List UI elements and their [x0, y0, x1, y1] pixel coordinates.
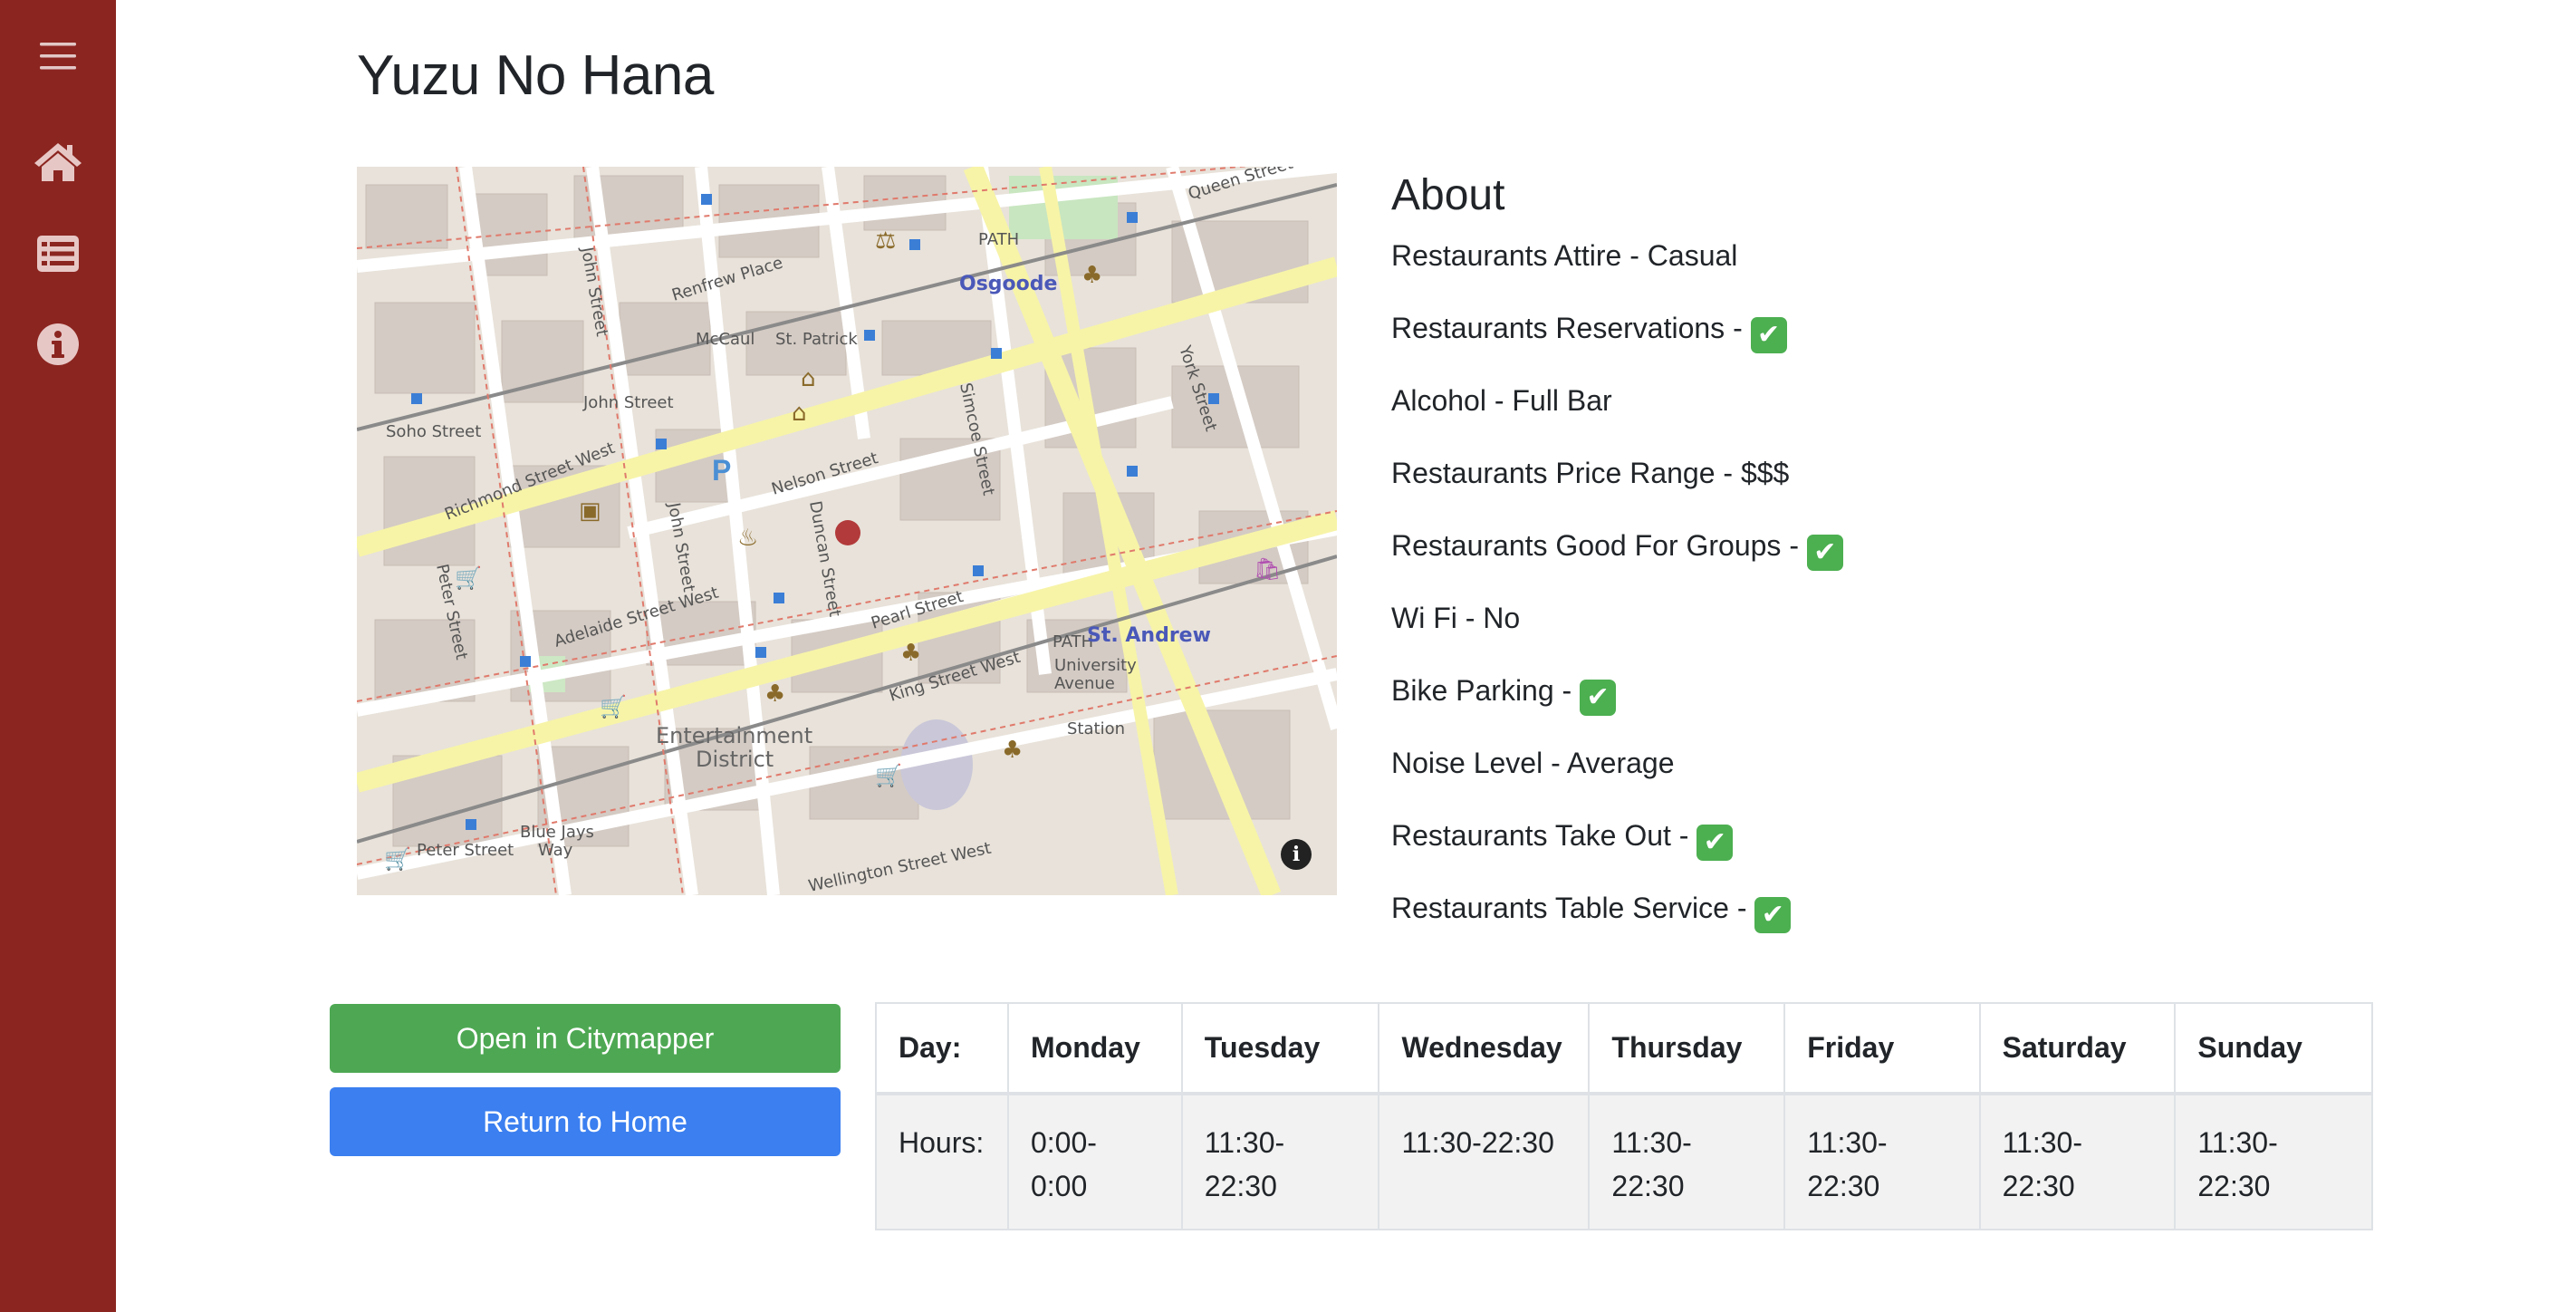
page-title: Yuzu No Hana [357, 44, 714, 107]
about-item-table-service: Restaurants Table Service - ✔ [1391, 884, 1843, 957]
table-header: Thursday [1588, 1002, 1786, 1095]
table-row: Hours: 0:00- 0:00 11:30- 22:30 11:30-22:30… [875, 1093, 2373, 1230]
map-label-osgoode: Osgoode [959, 273, 1057, 295]
svg-text:🛒: 🛒 [384, 846, 411, 872]
map-label-path: PATH [978, 230, 1019, 249]
map-label-blue-jays: Blue Jays [520, 823, 594, 842]
map-label-university: University [1054, 656, 1137, 675]
svg-text:⌂: ⌂ [801, 365, 816, 392]
location-map[interactable]: P ⚖ ⌂ ⌂ ▣ ♣ ♣ ♣ ♣ ♨ 🛒 🛒 🛒 🛒 🛍 Richmond S… [357, 167, 1337, 895]
svg-text:♣: ♣ [764, 680, 785, 708]
map-label-st-patrick: St. Patrick [775, 330, 858, 349]
map-attribution-info-icon[interactable]: i [1281, 839, 1312, 870]
about-item-take-out: Restaurants Take Out - ✔ [1391, 812, 1843, 884]
list-nav-button[interactable] [0, 217, 116, 290]
table-header: Day: [875, 1002, 1009, 1095]
check-icon: ✔ [1580, 680, 1617, 716]
court-icon: ⚖ [875, 227, 896, 255]
about-item-attire: Restaurants Attire - Casual [1391, 239, 1738, 272]
svg-text:🛒: 🛒 [875, 763, 902, 788]
map-label-mccaul: McCaul [696, 330, 755, 349]
map-label-station: Station [1067, 719, 1125, 738]
check-icon: ✔ [1750, 317, 1787, 353]
opening-hours-table: Day: Monday Tuesday Wednesday Thursday F… [875, 1002, 2373, 1230]
check-icon: ✔ [1697, 825, 1734, 861]
svg-text:♣: ♣ [1081, 262, 1102, 289]
about-list: Restaurants Attire - Casual Restaurants … [1391, 232, 1843, 957]
svg-text:🛒: 🛒 [600, 694, 627, 719]
list-icon [37, 236, 79, 272]
about-item-bike-parking: Bike Parking - ✔ [1391, 667, 1843, 739]
svg-text:▣: ▣ [579, 497, 601, 525]
map-label-john: John Street [582, 393, 674, 412]
hours-cell-tuesday: 11:30- 22:30 [1180, 1093, 1380, 1230]
sidebar [0, 0, 116, 1312]
hours-cell-monday: 0:00- 0:00 [1006, 1093, 1183, 1230]
table-header: Sunday [2174, 1002, 2373, 1095]
hours-cell-friday: 11:30- 22:30 [1783, 1093, 1981, 1230]
map-label-district: District [696, 747, 774, 772]
svg-text:P: P [712, 454, 731, 487]
hours-cell-sunday: 11:30- 22:30 [2174, 1093, 2373, 1230]
info-nav-button[interactable] [0, 308, 116, 381]
about-item-wifi: Wi Fi - No [1391, 602, 1521, 634]
map-label-peter-h: Peter Street [417, 841, 514, 860]
hours-cell-thursday: 11:30- 22:30 [1588, 1093, 1786, 1230]
map-label-entertainment: Entertainment [656, 723, 812, 748]
open-in-citymapper-button[interactable]: Open in Citymapper [330, 1004, 841, 1073]
map-label-way: Way [538, 841, 573, 860]
table-header: Saturday [1978, 1002, 2177, 1095]
menu-icon [40, 43, 76, 70]
map-label-avenue: Avenue [1054, 674, 1115, 693]
return-to-home-button[interactable]: Return to Home [330, 1087, 841, 1156]
restaurant-location-pin[interactable] [835, 520, 860, 545]
check-icon: ✔ [1754, 897, 1792, 933]
svg-text:🛍: 🛍 [1254, 556, 1281, 582]
hours-row-label: Hours: [875, 1093, 1009, 1230]
about-item-noise-level: Noise Level - Average [1391, 747, 1675, 779]
svg-text:♣: ♣ [900, 640, 921, 667]
about-item-price-range: Restaurants Price Range - $$$ [1391, 457, 1790, 489]
about-item-alcohol: Alcohol - Full Bar [1391, 384, 1612, 417]
about-item-reservations: Restaurants Reservations - ✔ [1391, 304, 1843, 377]
table-header: Wednesday [1378, 1002, 1591, 1095]
table-header: Friday [1783, 1002, 1981, 1095]
table-header: Monday [1006, 1002, 1183, 1095]
home-nav-button[interactable] [0, 125, 116, 198]
map-label-soho: Soho Street [386, 422, 481, 441]
menu-button[interactable] [0, 20, 116, 92]
svg-text:⌂: ⌂ [792, 400, 807, 427]
svg-text:♣: ♣ [1002, 737, 1023, 764]
home-icon [34, 143, 82, 181]
check-icon: ✔ [1806, 535, 1843, 571]
map-label-st-andrew: St. Andrew [1087, 624, 1211, 647]
info-icon [37, 323, 79, 365]
about-heading: About [1391, 171, 1505, 219]
table-header: Tuesday [1180, 1002, 1380, 1095]
hours-cell-saturday: 11:30- 22:30 [1978, 1093, 2177, 1230]
svg-text:🛒: 🛒 [455, 565, 482, 591]
hours-cell-wednesday: 11:30-22:30 [1378, 1093, 1591, 1230]
about-item-good-for-groups: Restaurants Good For Groups - ✔ [1391, 522, 1843, 594]
table-header-row: Day: Monday Tuesday Wednesday Thursday F… [875, 1002, 2373, 1095]
svg-text:♨: ♨ [737, 525, 758, 552]
